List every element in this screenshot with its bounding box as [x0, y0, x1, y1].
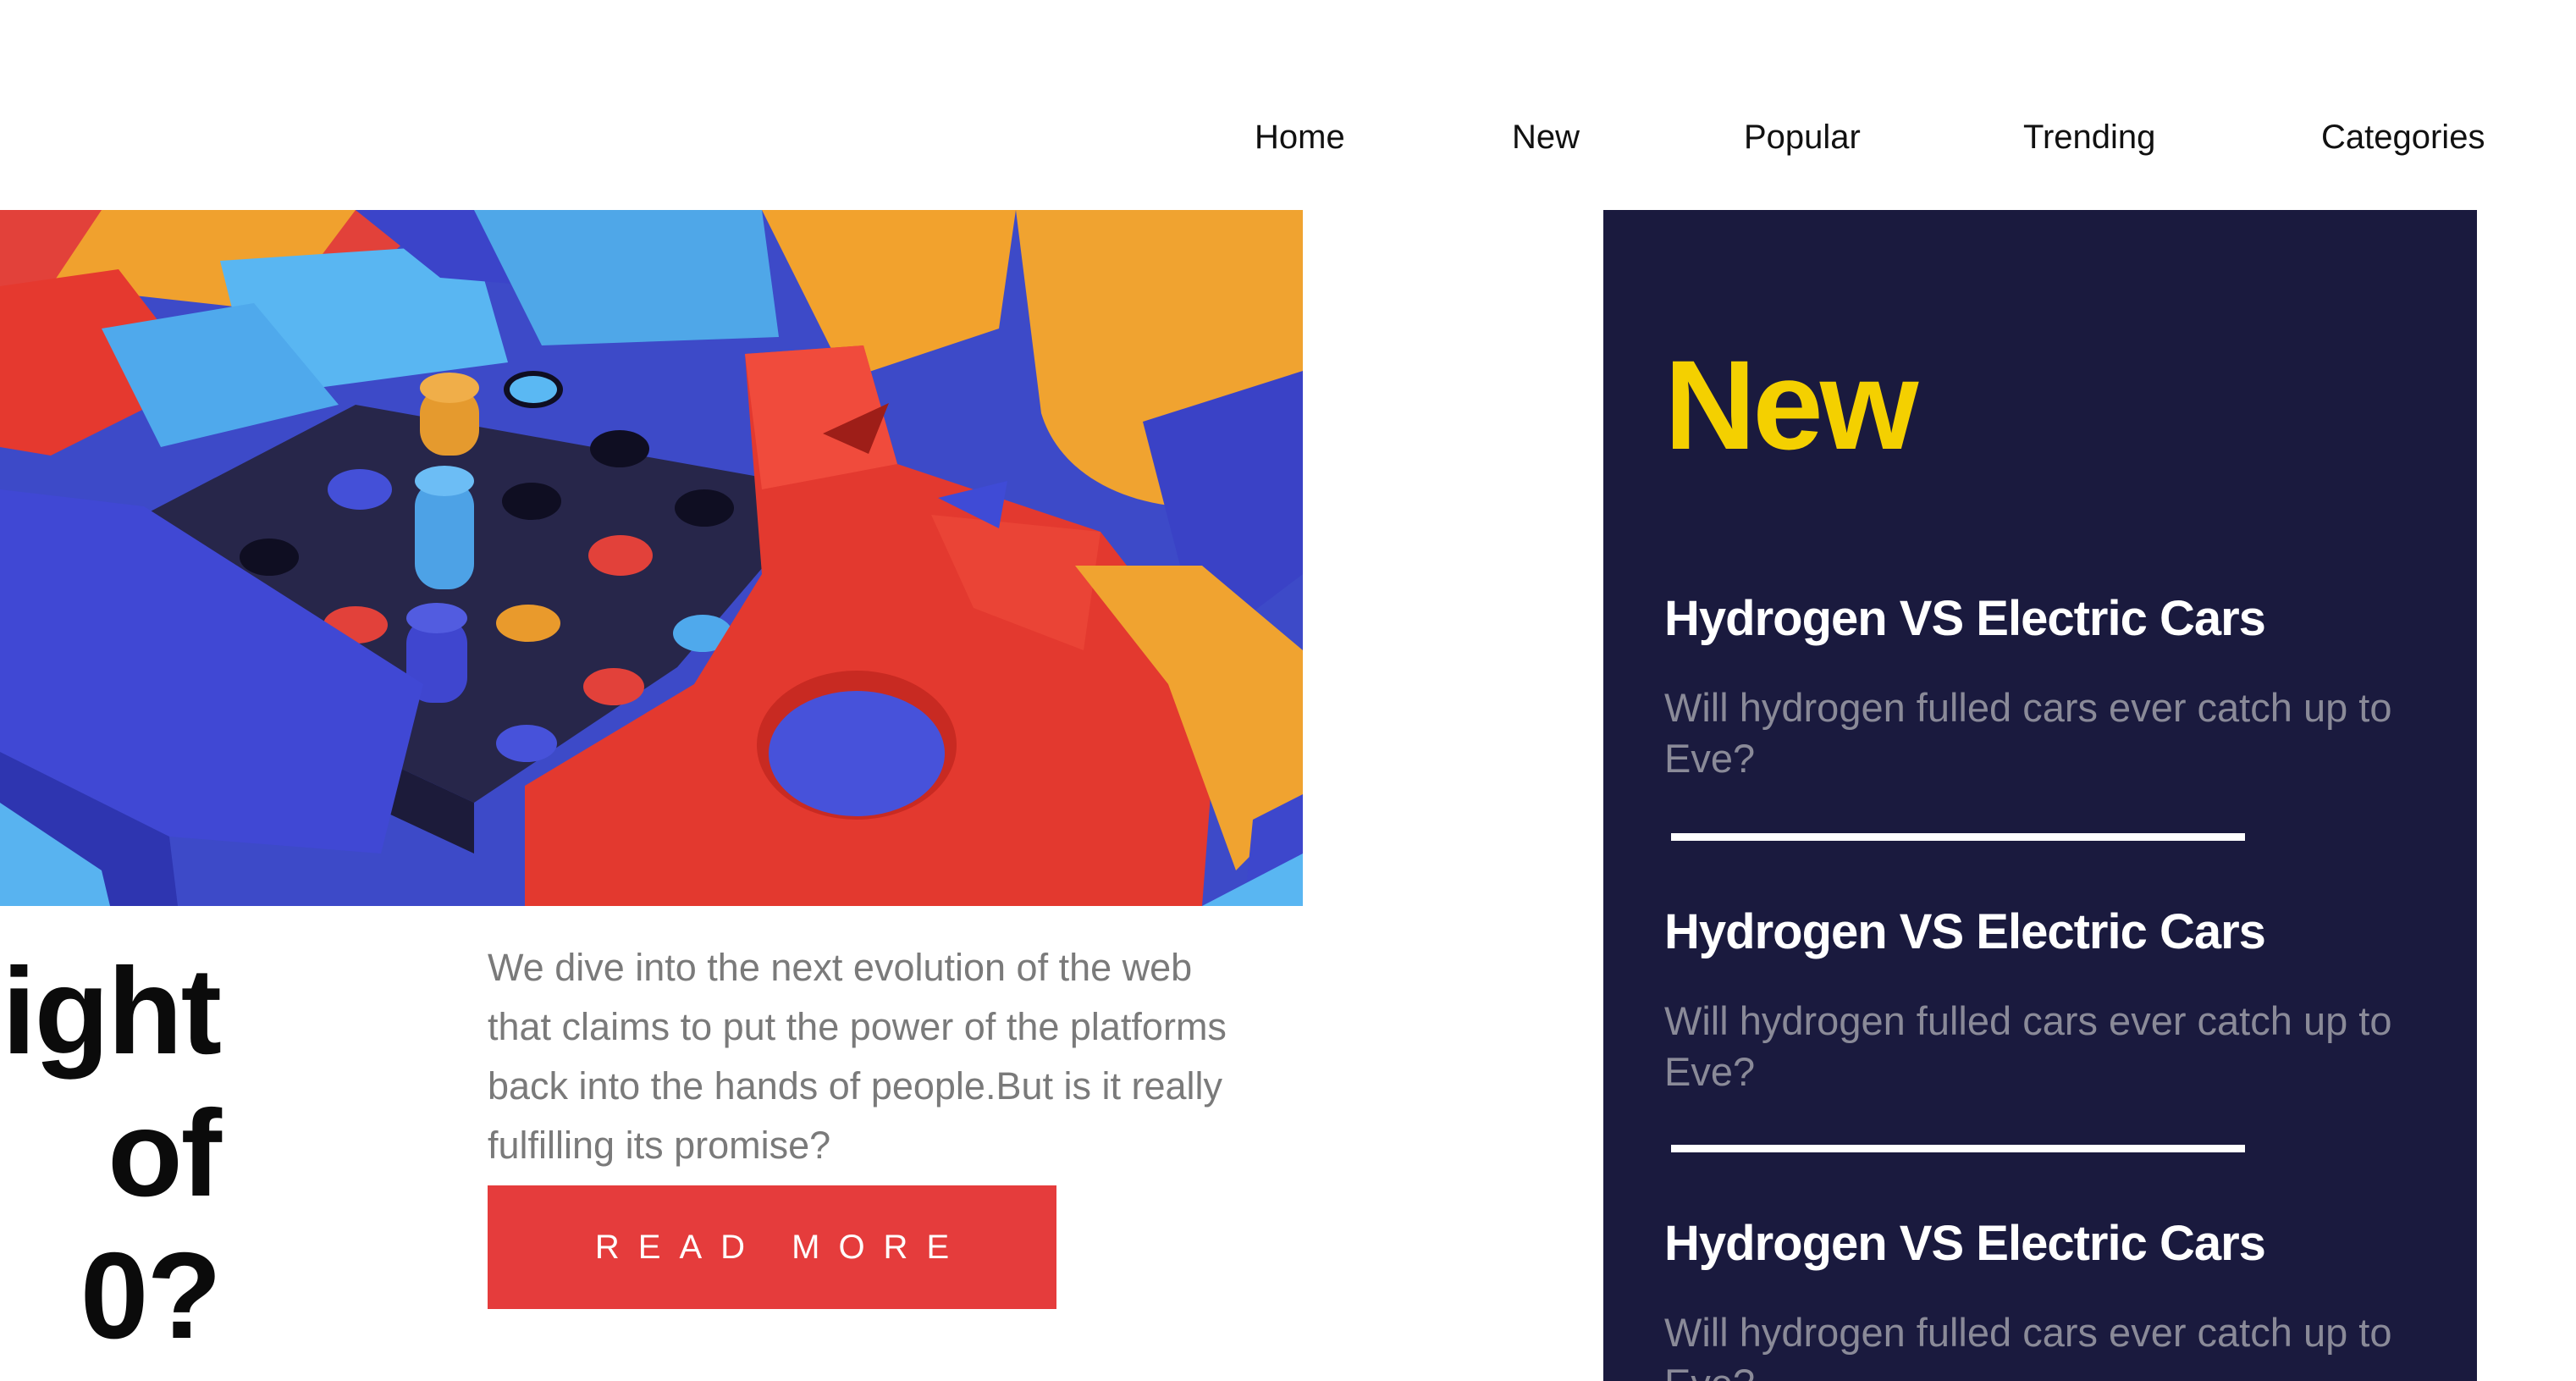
main-nav: Home New Popular Trending Categories	[0, 119, 2576, 169]
read-more-button[interactable]: READ MORE	[488, 1185, 1056, 1309]
sidebar-article-description: Will hydrogen fulled cars ever catch up …	[1664, 998, 2392, 1094]
sidebar-article-title[interactable]: Hydrogen VS Electric Cars	[1664, 903, 2443, 962]
nav-item-new[interactable]: New	[1512, 119, 1580, 157]
sidebar-article-item[interactable]: Hydrogen VS Electric Cars Will hydrogen …	[1664, 1214, 2443, 1381]
colorful-blocks-illustration	[0, 210, 1303, 906]
nav-item-categories[interactable]: Categories	[2321, 119, 2485, 157]
article-headline: ight of 0?	[0, 940, 222, 1367]
article-excerpt: We dive into the next evolution of the w…	[488, 946, 1227, 1167]
sidebar-divider	[1671, 1145, 2245, 1152]
sidebar-divider	[1671, 833, 2245, 841]
nav-item-trending[interactable]: Trending	[2023, 119, 2155, 157]
sidebar-article-title[interactable]: Hydrogen VS Electric Cars	[1664, 1214, 2443, 1273]
hero-image[interactable]	[0, 210, 1303, 906]
sidebar-title: New	[1664, 334, 1918, 476]
headline-line: ight	[2, 942, 222, 1080]
page: Home New Popular Trending Categories igh…	[0, 0, 2576, 1381]
sidebar-article-description: Will hydrogen fulled cars ever catch up …	[1664, 685, 2392, 781]
article-excerpt-container: We dive into the next evolution of the w…	[488, 938, 1233, 1185]
headline-line: of	[108, 1085, 222, 1222]
sidebar-article-item[interactable]: Hydrogen VS Electric Cars Will hydrogen …	[1664, 589, 2443, 784]
nav-item-home[interactable]: Home	[1255, 119, 1345, 157]
headline-line: 0?	[80, 1227, 222, 1364]
sidebar-article-title[interactable]: Hydrogen VS Electric Cars	[1664, 589, 2443, 649]
sidebar-article-item[interactable]: Hydrogen VS Electric Cars Will hydrogen …	[1664, 903, 2443, 1097]
sidebar-article-description: Will hydrogen fulled cars ever catch up …	[1664, 1310, 2392, 1381]
nav-item-popular[interactable]: Popular	[1744, 119, 1861, 157]
new-articles-sidebar: New Hydrogen VS Electric Cars Will hydro…	[1603, 210, 2477, 1381]
